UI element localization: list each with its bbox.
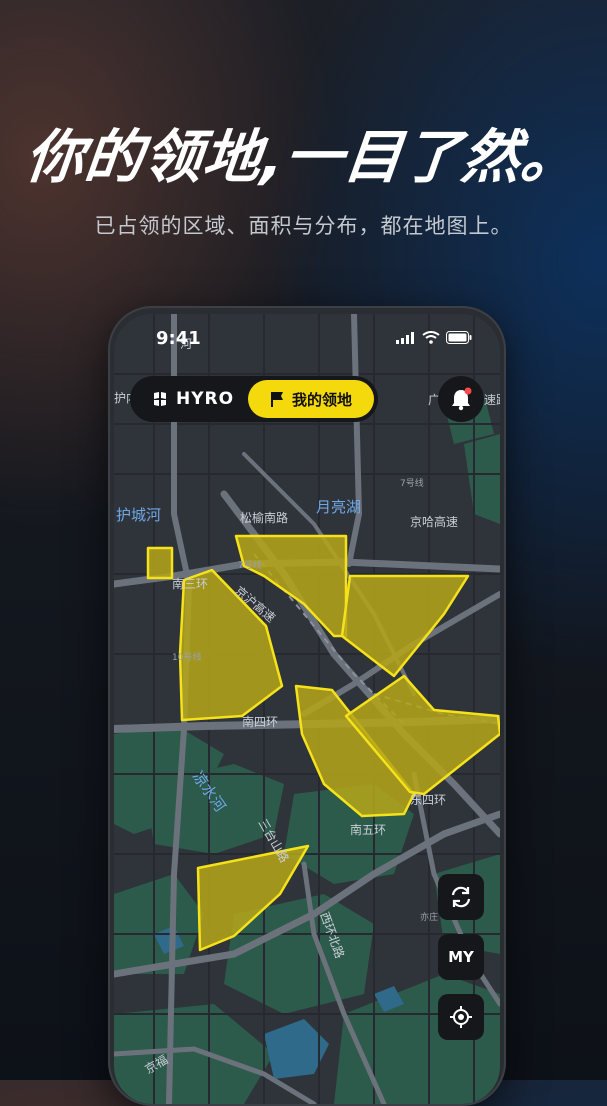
map-label-jingha: 京哈高速 (410, 514, 458, 529)
map-label-line7: 7号线 (400, 477, 424, 489)
map-label-songyu: 松榆南路 (240, 510, 288, 525)
my-button[interactable]: MY (438, 934, 484, 980)
map-label-right-top-2: 速路 (484, 392, 500, 407)
bell-icon (452, 387, 472, 411)
map-label-line10: 10号线 (172, 651, 201, 663)
refresh-icon (451, 886, 471, 908)
signal-icon (396, 331, 414, 344)
status-bar: 9:41 (114, 328, 500, 354)
my-label: MY (448, 948, 474, 966)
map-label-lake: 月亮湖 (316, 498, 361, 516)
flag-icon (270, 392, 283, 407)
territory-1 (146, 546, 174, 580)
territory-map[interactable]: 河 护内 广 速路 7号线 护城河 松榆南路 月亮湖 京哈高速 7号线 南三环 … (114, 314, 500, 1104)
map-label-moat: 护城河 (116, 506, 161, 524)
map-label-line7b: 7号线 (238, 559, 262, 571)
brand-label: HYRO (176, 389, 235, 409)
locate-button[interactable] (438, 994, 484, 1040)
my-territory-label: 我的领地 (291, 390, 352, 409)
notification-dot (464, 387, 472, 395)
refresh-button[interactable] (438, 874, 484, 920)
headline: 你的领地,一目了然。 (22, 123, 584, 191)
map-label-yizhuang: 亦庄 (420, 911, 438, 923)
wifi-icon (422, 331, 440, 344)
map-label-south4: 南四环 (242, 714, 278, 729)
status-time: 9:41 (156, 328, 201, 349)
my-territory-button[interactable]: 我的领地 (248, 380, 374, 418)
notification-button[interactable] (438, 376, 484, 422)
brand-tab[interactable]: HYRO (152, 389, 234, 409)
status-icons (396, 331, 472, 344)
map-label-south3: 南三环 (172, 576, 208, 591)
phone-screen: 河 护内 广 速路 7号线 护城河 松榆南路 月亮湖 京哈高速 7号线 南三环 … (114, 314, 500, 1104)
hyro-logo-icon (154, 392, 166, 406)
map-label-east4: 东四环 (410, 793, 446, 807)
locate-icon (450, 1006, 472, 1028)
subheadline: 已占领的区域、面积与分布，都在地图上。 (94, 214, 513, 238)
top-switcher: HYRO 我的领地 (130, 376, 378, 422)
map-label-south5: 南五环 (350, 822, 386, 837)
battery-icon (446, 331, 472, 344)
